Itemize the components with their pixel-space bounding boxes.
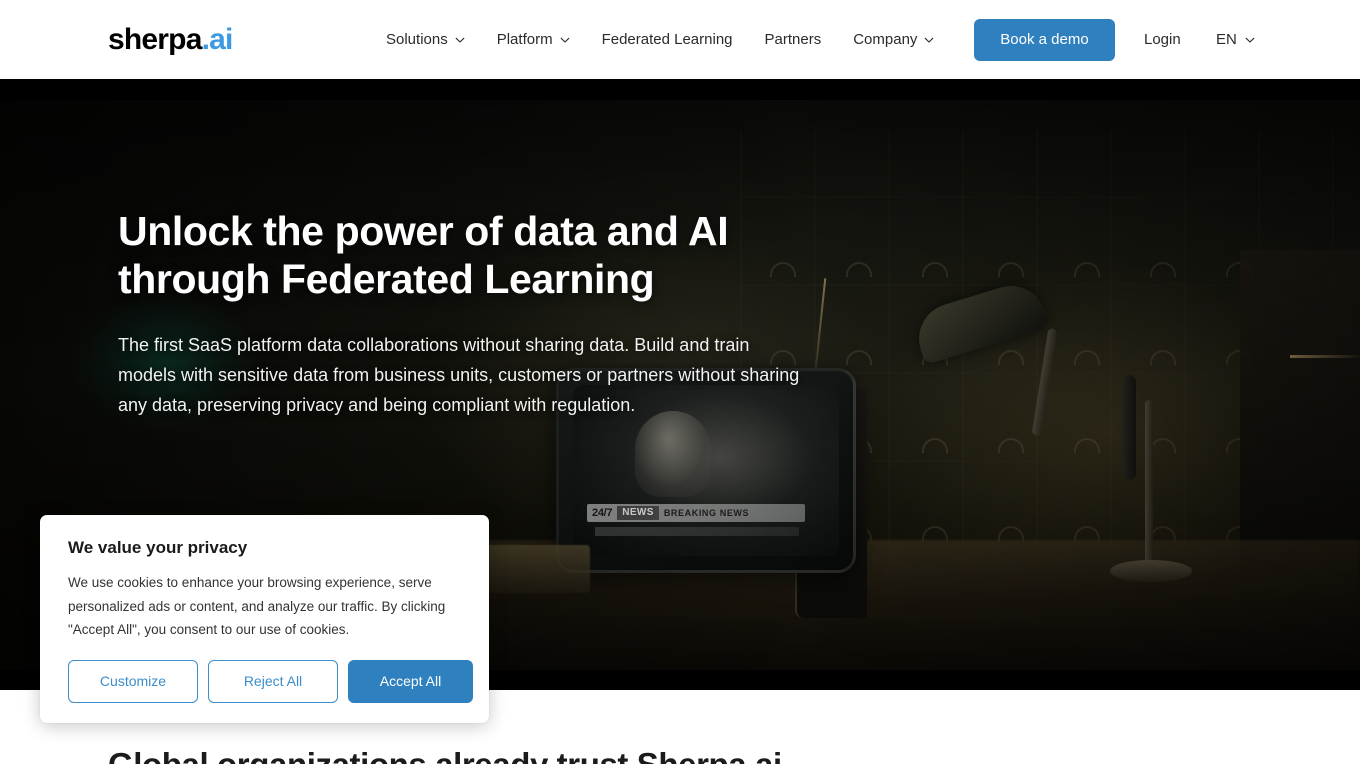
- background-knob: [998, 262, 1024, 277]
- book-a-demo-button[interactable]: Book a demo: [974, 19, 1115, 61]
- background-lamp-base: [1110, 560, 1192, 582]
- background-knob: [1074, 350, 1100, 365]
- nav-item-label: Platform: [496, 31, 553, 48]
- news-anchor: [635, 411, 711, 497]
- nav-item-partners[interactable]: Partners: [749, 0, 838, 79]
- background-knob: [998, 350, 1024, 365]
- background-knob: [1074, 262, 1100, 277]
- nav-item-solutions[interactable]: Solutions: [386, 0, 481, 79]
- hero-subtitle: The first SaaS platform data collaborati…: [118, 335, 800, 415]
- accept-all-cookies-button[interactable]: Accept All: [348, 660, 473, 703]
- chevron-down-icon: [455, 35, 465, 45]
- language-selector-value: EN: [1216, 31, 1237, 48]
- background-knob: [1150, 350, 1176, 365]
- background-knob: [922, 438, 948, 453]
- news-headline: BREAKING NEWS: [663, 508, 750, 518]
- cookie-consent-dialog: We value your privacy We use cookies to …: [40, 515, 489, 723]
- main-navigation: Solutions Platform Federated Learning Pa…: [386, 0, 950, 79]
- background-knob: [922, 526, 948, 541]
- news-lower-third: 24/7 NEWS BREAKING NEWS: [587, 504, 805, 522]
- background-knob: [998, 526, 1024, 541]
- chevron-down-icon: [924, 35, 934, 45]
- nav-item-label: Federated Learning: [601, 31, 733, 48]
- background-knob: [922, 262, 948, 277]
- logo-tld: .ai: [201, 23, 234, 56]
- nav-item-federated-learning[interactable]: Federated Learning: [586, 0, 749, 79]
- cookie-dialog-actions: Customize Reject All Accept All: [68, 660, 473, 703]
- trust-section-title: Global organizations already trust Sherp…: [108, 744, 782, 764]
- background-knob: [1150, 262, 1176, 277]
- news-ticker: [595, 527, 799, 536]
- background-knob: [846, 262, 872, 277]
- logo[interactable]: sherpa.ai: [108, 24, 233, 56]
- background-knob: [1074, 526, 1100, 541]
- background-knob: [1074, 438, 1100, 453]
- background-lamp-stem: [1145, 400, 1153, 570]
- nav-item-label: Solutions: [386, 31, 448, 48]
- news-badge: NEWS: [617, 506, 659, 520]
- site-header: sherpa.ai Solutions Platform Federated L…: [0, 0, 1360, 79]
- background-knob: [846, 350, 872, 365]
- cookie-dialog-title: We value your privacy: [68, 538, 248, 557]
- customize-cookies-button[interactable]: Customize: [68, 660, 198, 703]
- nav-item-company[interactable]: Company: [837, 0, 950, 79]
- background-knob: [1150, 526, 1176, 541]
- background-rod-highlight: [1290, 355, 1360, 358]
- chevron-down-icon: [560, 35, 570, 45]
- reject-all-cookies-button[interactable]: Reject All: [208, 660, 338, 703]
- background-microphone: [1122, 375, 1136, 480]
- logo-mark: sherpa: [108, 23, 202, 56]
- background-knob: [1150, 438, 1176, 453]
- cookie-dialog-body: We use cookies to enhance your browsing …: [68, 575, 446, 637]
- news-channel: 24/7: [592, 507, 613, 519]
- nav-item-label: Partners: [764, 31, 822, 48]
- nav-item-label: Company: [853, 31, 918, 48]
- login-link[interactable]: Login: [1144, 30, 1181, 49]
- chevron-down-icon: [1245, 35, 1255, 45]
- background-cabinet: [1240, 250, 1360, 580]
- hero-title: Unlock the power of data and AI through …: [118, 208, 729, 302]
- language-selector[interactable]: EN: [1216, 30, 1255, 49]
- nav-item-platform[interactable]: Platform: [481, 0, 586, 79]
- hero-copy: Unlock the power of data and AI through …: [118, 207, 818, 420]
- background-knob: [998, 438, 1024, 453]
